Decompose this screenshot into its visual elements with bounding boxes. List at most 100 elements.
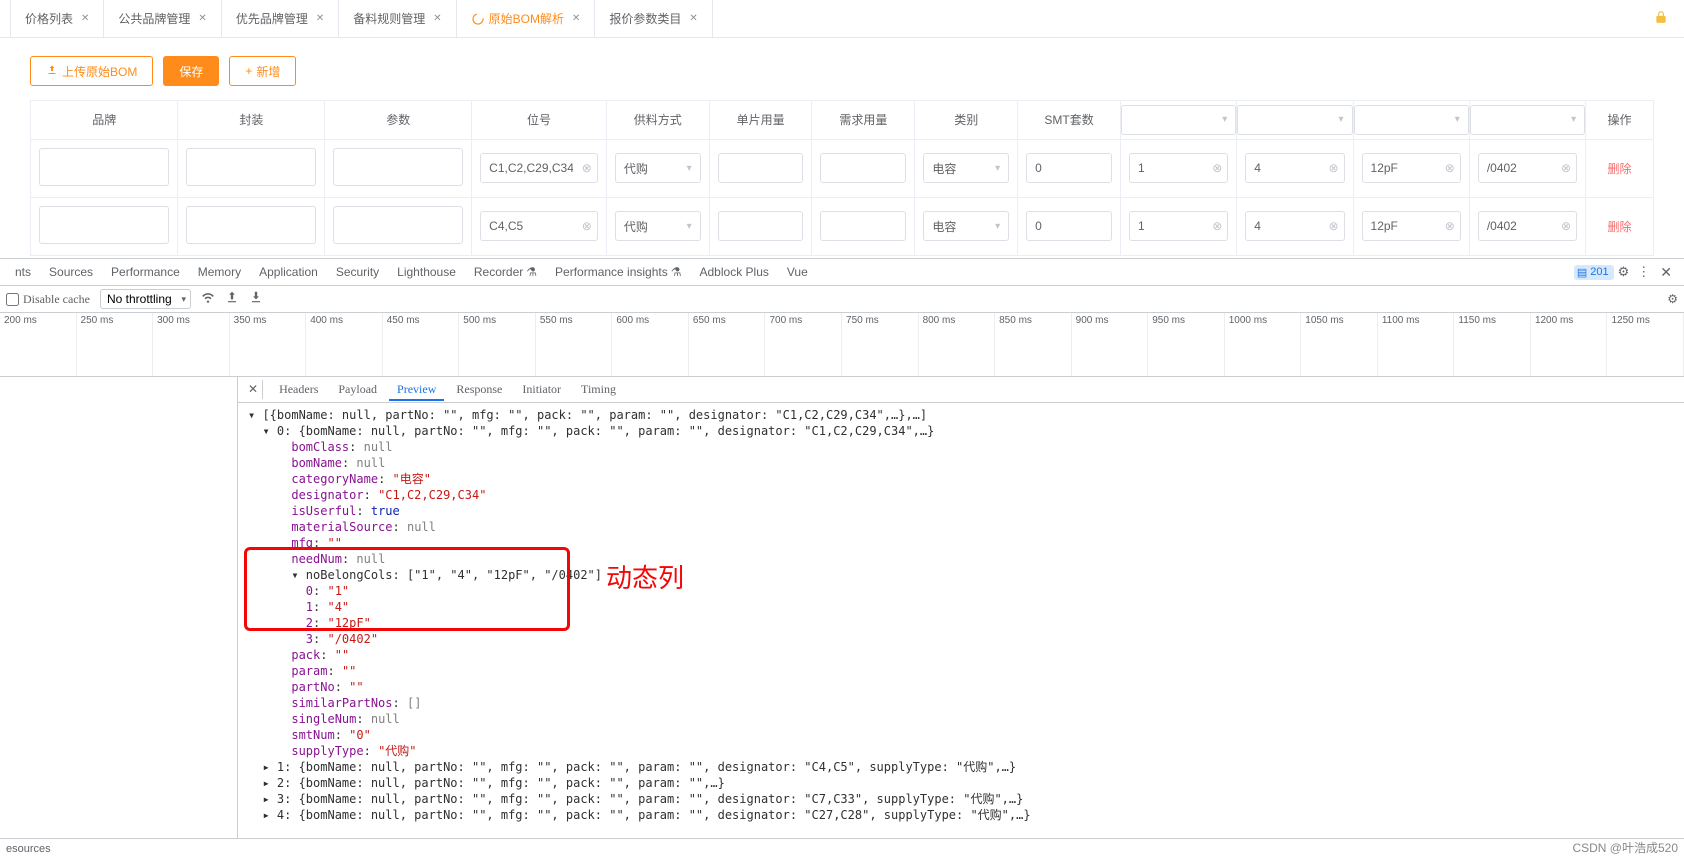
devtools-tab[interactable]: Security [327,259,388,286]
th-operate: 操作 [1586,101,1653,139]
clear-icon[interactable]: ⊗ [582,219,592,233]
gear-icon[interactable]: ⚙ [1667,292,1678,307]
param-textarea[interactable] [333,206,463,244]
param-textarea[interactable] [333,148,463,186]
close-icon[interactable]: ✕ [244,380,263,399]
delete-link[interactable]: 删除 [1608,220,1632,234]
tab-quote-param[interactable]: 报价参数类目✕ [595,0,712,37]
close-icon[interactable]: ✕ [1654,264,1678,281]
clear-icon[interactable]: ⊗ [1328,161,1338,175]
devtools-tab[interactable]: Sources [40,259,102,286]
network-timeline[interactable]: 200 ms250 ms300 ms350 ms400 ms450 ms500 … [0,313,1684,377]
devtools-tab[interactable]: Application [250,259,327,286]
clear-icon[interactable]: ⊗ [582,161,592,175]
designator-input[interactable] [480,211,598,241]
th-param: 参数 [325,101,472,139]
detail-tab-headers[interactable]: Headers [271,378,326,401]
detail-tab-response[interactable]: Response [448,378,510,401]
dyn-header-select[interactable]: ▾ [1470,105,1585,135]
delete-link[interactable]: 删除 [1608,162,1632,176]
clear-icon[interactable]: ⊗ [1212,219,1222,233]
close-icon[interactable]: ✕ [316,13,324,24]
tab-priority-brand[interactable]: 优先品牌管理✕ [222,0,339,37]
devtools-tab[interactable]: nts [6,259,40,286]
category-select[interactable]: 电容▾ [923,153,1009,183]
detail-tab-preview[interactable]: Preview [389,378,444,401]
pack-textarea[interactable] [186,148,316,186]
upload-icon[interactable] [225,290,239,308]
single-input[interactable] [718,153,804,183]
throttling-select[interactable]: No throttling [100,289,191,309]
json-preview[interactable]: ▾ [{bomName: null, partNo: "", mfg: "", … [238,403,1684,838]
timeline-tick: 800 ms [919,313,996,376]
dyn-header-select[interactable]: ▾ [1121,105,1236,135]
need-input[interactable] [820,211,906,241]
clear-icon[interactable]: ⊗ [1561,161,1571,175]
more-icon[interactable]: ⋮ [1633,264,1654,280]
gear-icon[interactable]: ⚙ [1614,264,1634,280]
tab-material-rule[interactable]: 备料规则管理✕ [339,0,456,37]
devtools-tab[interactable]: Performance [102,259,189,286]
smt-input[interactable] [1026,211,1112,241]
add-button[interactable]: + 新增 [229,56,296,86]
smt-input[interactable] [1026,153,1112,183]
timeline-tick: 700 ms [765,313,842,376]
clear-icon[interactable]: ⊗ [1328,219,1338,233]
close-icon[interactable]: ✕ [81,13,89,24]
supply-select[interactable]: 代购▾ [615,153,701,183]
devtools-tab[interactable]: Vue [778,259,817,286]
brand-textarea[interactable] [39,206,169,244]
devtools-tab[interactable]: Adblock Plus [691,259,778,286]
flask-icon: ⚗ [671,265,682,279]
designator-input[interactable] [480,153,598,183]
tab-public-brand[interactable]: 公共品牌管理✕ [104,0,221,37]
chevron-down-icon: ▾ [995,163,1000,174]
network-toolbar: Disable cache No throttling ⚙ [0,286,1684,313]
close-icon[interactable]: ✕ [433,13,441,24]
close-icon[interactable]: ✕ [572,13,580,24]
single-input[interactable] [718,211,804,241]
save-button[interactable]: 保存 [163,56,219,86]
supply-select[interactable]: 代购▾ [615,211,701,241]
table-row: ⊗ 代购▾ 电容▾ ⊗ ⊗ ⊗ ⊗ 删除 [31,139,1653,197]
chevron-down-icon: ▾ [1339,114,1344,125]
tab-bom-parse[interactable]: 原始BOM解析✕ [457,0,596,37]
th-brand: 品牌 [31,101,178,139]
clear-icon[interactable]: ⊗ [1445,161,1455,175]
disable-cache-checkbox[interactable]: Disable cache [6,292,90,307]
dyn-header-select[interactable]: ▾ [1354,105,1469,135]
devtools-tab[interactable]: Performance insights ⚗ [546,259,690,286]
category-select[interactable]: 电容▾ [923,211,1009,241]
brand-textarea[interactable] [39,148,169,186]
clear-icon[interactable]: ⊗ [1212,161,1222,175]
tab-price-list[interactable]: 价格列表✕ [10,0,104,37]
close-icon[interactable]: ✕ [689,13,697,24]
dyn-header-select[interactable]: ▾ [1237,105,1352,135]
wifi-icon[interactable] [201,290,215,308]
clear-icon[interactable]: ⊗ [1445,219,1455,233]
devtools-tabs: nts Sources Performance Memory Applicati… [0,259,1684,286]
clear-icon[interactable]: ⊗ [1561,219,1571,233]
devtools-tab[interactable]: Lighthouse [388,259,465,286]
th-designator: 位号 [472,101,607,139]
devtools-tab[interactable]: Memory [189,259,250,286]
request-list[interactable] [0,377,238,838]
close-icon[interactable]: ✕ [198,13,206,24]
lock-icon[interactable] [1654,10,1674,27]
detail-tab-payload[interactable]: Payload [330,378,385,401]
th-dyn-4: ▾ [1469,101,1585,139]
upload-bom-button[interactable]: 上传原始BOM [30,56,153,86]
th-dyn-2: ▾ [1237,101,1353,139]
need-input[interactable] [820,153,906,183]
chevron-down-icon: ▾ [687,221,692,232]
download-icon[interactable] [249,290,263,308]
detail-tab-timing[interactable]: Timing [573,378,624,401]
devtools-tab[interactable]: Recorder ⚗ [465,259,546,286]
timeline-tick: 250 ms [77,313,154,376]
timeline-tick: 1250 ms [1607,313,1684,376]
timeline-tick: 200 ms [0,313,77,376]
issues-badge[interactable]: ▤201 [1574,265,1614,280]
table-header-row: 品牌 封装 参数 位号 供料方式 单片用量 需求用量 类别 SMT套数 ▾ ▾ … [31,101,1653,139]
detail-tab-initiator[interactable]: Initiator [514,378,569,401]
pack-textarea[interactable] [186,206,316,244]
